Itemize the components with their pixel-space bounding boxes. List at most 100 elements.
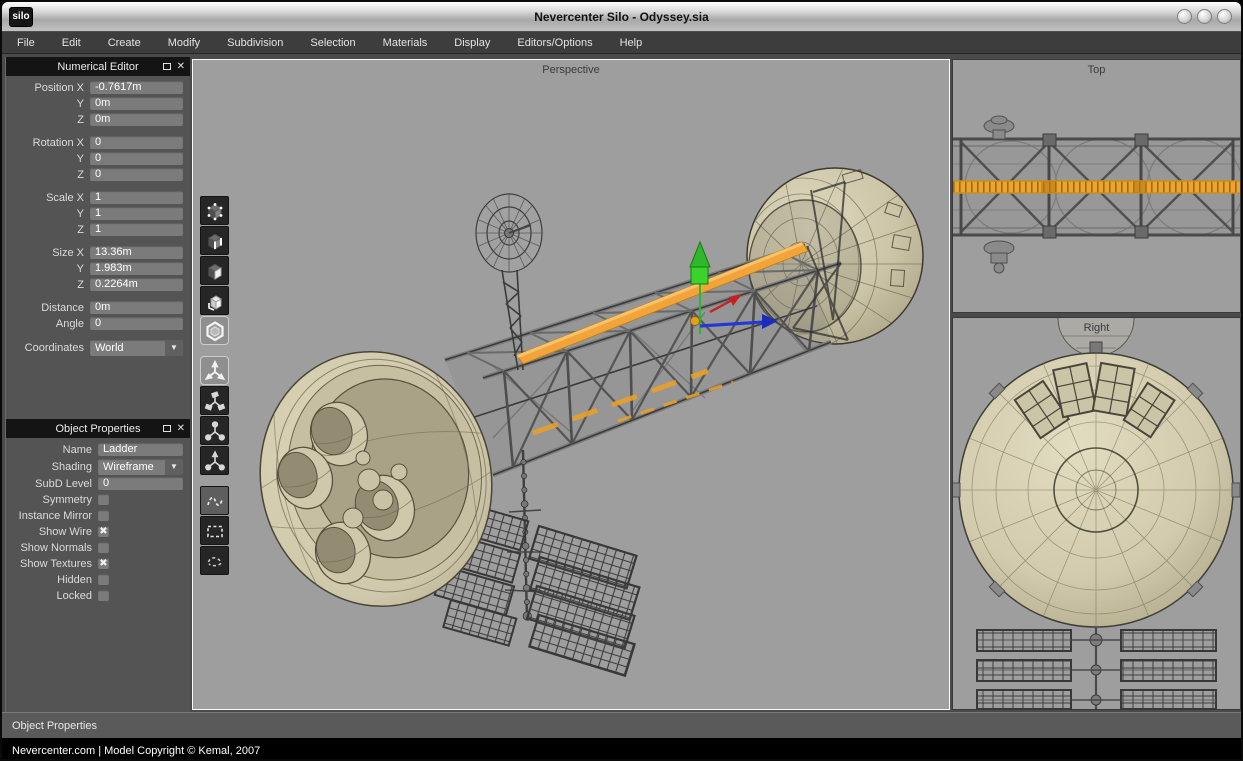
field-label: Y [6, 208, 90, 220]
size-z-input[interactable]: 0.2264m [90, 278, 183, 291]
viewport-label: Perspective [193, 64, 949, 76]
menu-file[interactable]: File [17, 37, 35, 49]
position-x-input[interactable]: -0.7617m [90, 81, 183, 94]
window-maximize-button[interactable] [1197, 9, 1212, 24]
menu-editors-options[interactable]: Editors/Options [517, 37, 592, 49]
symmetry-checkbox[interactable] [98, 494, 109, 505]
side-viewports: Top [952, 59, 1241, 710]
numerical-editor-header[interactable]: Numerical Editor ✕ [6, 57, 190, 76]
size-x-input[interactable]: 13.36m [90, 246, 183, 259]
menu-bar: File Edit Create Modify Subdivision Sele… [2, 32, 1241, 54]
titlebar[interactable]: silo Nevercenter Silo - Odyssey.sia [2, 2, 1241, 32]
show-normals-checkbox[interactable] [98, 542, 109, 553]
field-label: Rotation X [6, 137, 90, 149]
spacecraft-model-right[interactable] [953, 318, 1240, 709]
field-label: Locked [6, 590, 98, 602]
multi-mode-button[interactable] [200, 286, 229, 315]
app-window: silo Nevercenter Silo - Odyssey.sia File… [0, 0, 1243, 761]
lasso-select-button[interactable] [200, 546, 229, 575]
locked-checkbox[interactable] [98, 590, 109, 601]
spacecraft-model-perspective[interactable] [193, 60, 949, 709]
window-minimize-button[interactable] [1177, 9, 1192, 24]
gizmo-center-handle[interactable] [691, 317, 700, 326]
rotation-x-input[interactable]: 0 [90, 136, 183, 149]
perspective-viewport[interactable]: Perspective [192, 59, 950, 710]
scale-z-input[interactable]: 1 [90, 223, 183, 236]
edge-mode-button[interactable] [200, 226, 229, 255]
field-label: Position X [6, 82, 90, 94]
workspace: Numerical Editor ✕ Position X-0.7617m Y0… [2, 54, 1241, 712]
menu-display[interactable]: Display [454, 37, 490, 49]
object-properties-panel: Object Properties ✕ NameLadder Shading W… [5, 419, 190, 712]
chevron-down-icon[interactable]: ▼ [165, 459, 183, 475]
position-z-input[interactable]: 0m [90, 113, 183, 126]
object-mode-button[interactable] [200, 316, 229, 345]
distance-input[interactable]: 0m [90, 301, 183, 314]
show-wire-checkbox[interactable]: ✖ [98, 526, 109, 537]
shading-select[interactable]: Wireframe ▼ [98, 459, 183, 475]
scale-tool-button[interactable] [200, 416, 229, 445]
gizmo-y-handle[interactable] [691, 267, 708, 284]
spacecraft-model-top[interactable] [953, 60, 1240, 312]
angle-input[interactable]: 0 [90, 317, 183, 330]
field-label: Z [6, 224, 90, 236]
universal-manipulator-button[interactable] [200, 446, 229, 475]
menu-help[interactable]: Help [620, 37, 643, 49]
show-textures-checkbox[interactable]: ✖ [98, 558, 109, 569]
field-label: SubD Level [6, 478, 98, 490]
panel-minimize-icon[interactable] [163, 63, 171, 70]
footer-bar: Nevercenter.com | Model Copyright © Kema… [2, 738, 1241, 761]
rotation-z-input[interactable]: 0 [90, 168, 183, 181]
scale-x-input[interactable]: 1 [90, 191, 183, 204]
field-label: Y [6, 98, 90, 110]
panel-minimize-icon[interactable] [163, 425, 171, 432]
subd-level-input[interactable]: 0 [98, 477, 183, 490]
menu-subdivision[interactable]: Subdivision [227, 37, 283, 49]
paint-select-button[interactable] [200, 486, 229, 515]
field-label: Coordinates [6, 342, 90, 354]
footer-text: Nevercenter.com | Model Copyright © Kema… [12, 745, 260, 757]
ladder-top-view[interactable] [953, 181, 1240, 193]
gizmo-y-arrow[interactable] [690, 242, 710, 267]
numerical-editor-panel: Numerical Editor ✕ Position X-0.7617m Y0… [5, 57, 190, 419]
menu-materials[interactable]: Materials [383, 37, 428, 49]
coordinates-select[interactable]: World ▼ [90, 340, 183, 356]
menu-edit[interactable]: Edit [62, 37, 81, 49]
move-tool-button[interactable] [200, 356, 229, 385]
shading-value: Wireframe [103, 459, 165, 475]
menu-create[interactable]: Create [108, 37, 141, 49]
size-y-input[interactable]: 1.983m [90, 262, 183, 275]
rect-select-button[interactable] [200, 516, 229, 545]
solar-array-right-view[interactable] [977, 627, 1216, 709]
field-label: Show Wire [6, 526, 98, 538]
window-close-button[interactable] [1217, 9, 1232, 24]
viewport-label: Top [953, 64, 1240, 76]
instance-mirror-checkbox[interactable] [98, 510, 109, 521]
top-viewport[interactable]: Top [952, 59, 1241, 313]
field-label: Scale X [6, 192, 90, 204]
right-viewport[interactable]: Right [952, 317, 1241, 710]
field-label: Show Textures [6, 558, 98, 570]
rotate-tool-button[interactable] [200, 386, 229, 415]
hidden-checkbox[interactable] [98, 574, 109, 585]
viewport-label: Right [953, 322, 1240, 334]
position-y-input[interactable]: 0m [90, 97, 183, 110]
field-label: Name [6, 444, 98, 456]
field-label: Y [6, 153, 90, 165]
object-properties-header[interactable]: Object Properties ✕ [6, 419, 190, 438]
tool-column [200, 196, 229, 576]
menu-modify[interactable]: Modify [168, 37, 200, 49]
field-label: Instance Mirror [6, 510, 98, 522]
field-label: Y [6, 263, 90, 275]
rotation-y-input[interactable]: 0 [90, 152, 183, 165]
vertex-mode-button[interactable] [200, 196, 229, 225]
panel-close-icon[interactable]: ✕ [177, 424, 185, 434]
panel-close-icon[interactable]: ✕ [177, 62, 185, 72]
scale-y-input[interactable]: 1 [90, 207, 183, 220]
menu-selection[interactable]: Selection [310, 37, 355, 49]
face-mode-button[interactable] [200, 256, 229, 285]
chevron-down-icon[interactable]: ▼ [165, 340, 183, 356]
field-label: Hidden [6, 574, 98, 586]
command-sphere-right-view[interactable] [953, 353, 1240, 627]
object-name-input[interactable]: Ladder [98, 443, 183, 456]
